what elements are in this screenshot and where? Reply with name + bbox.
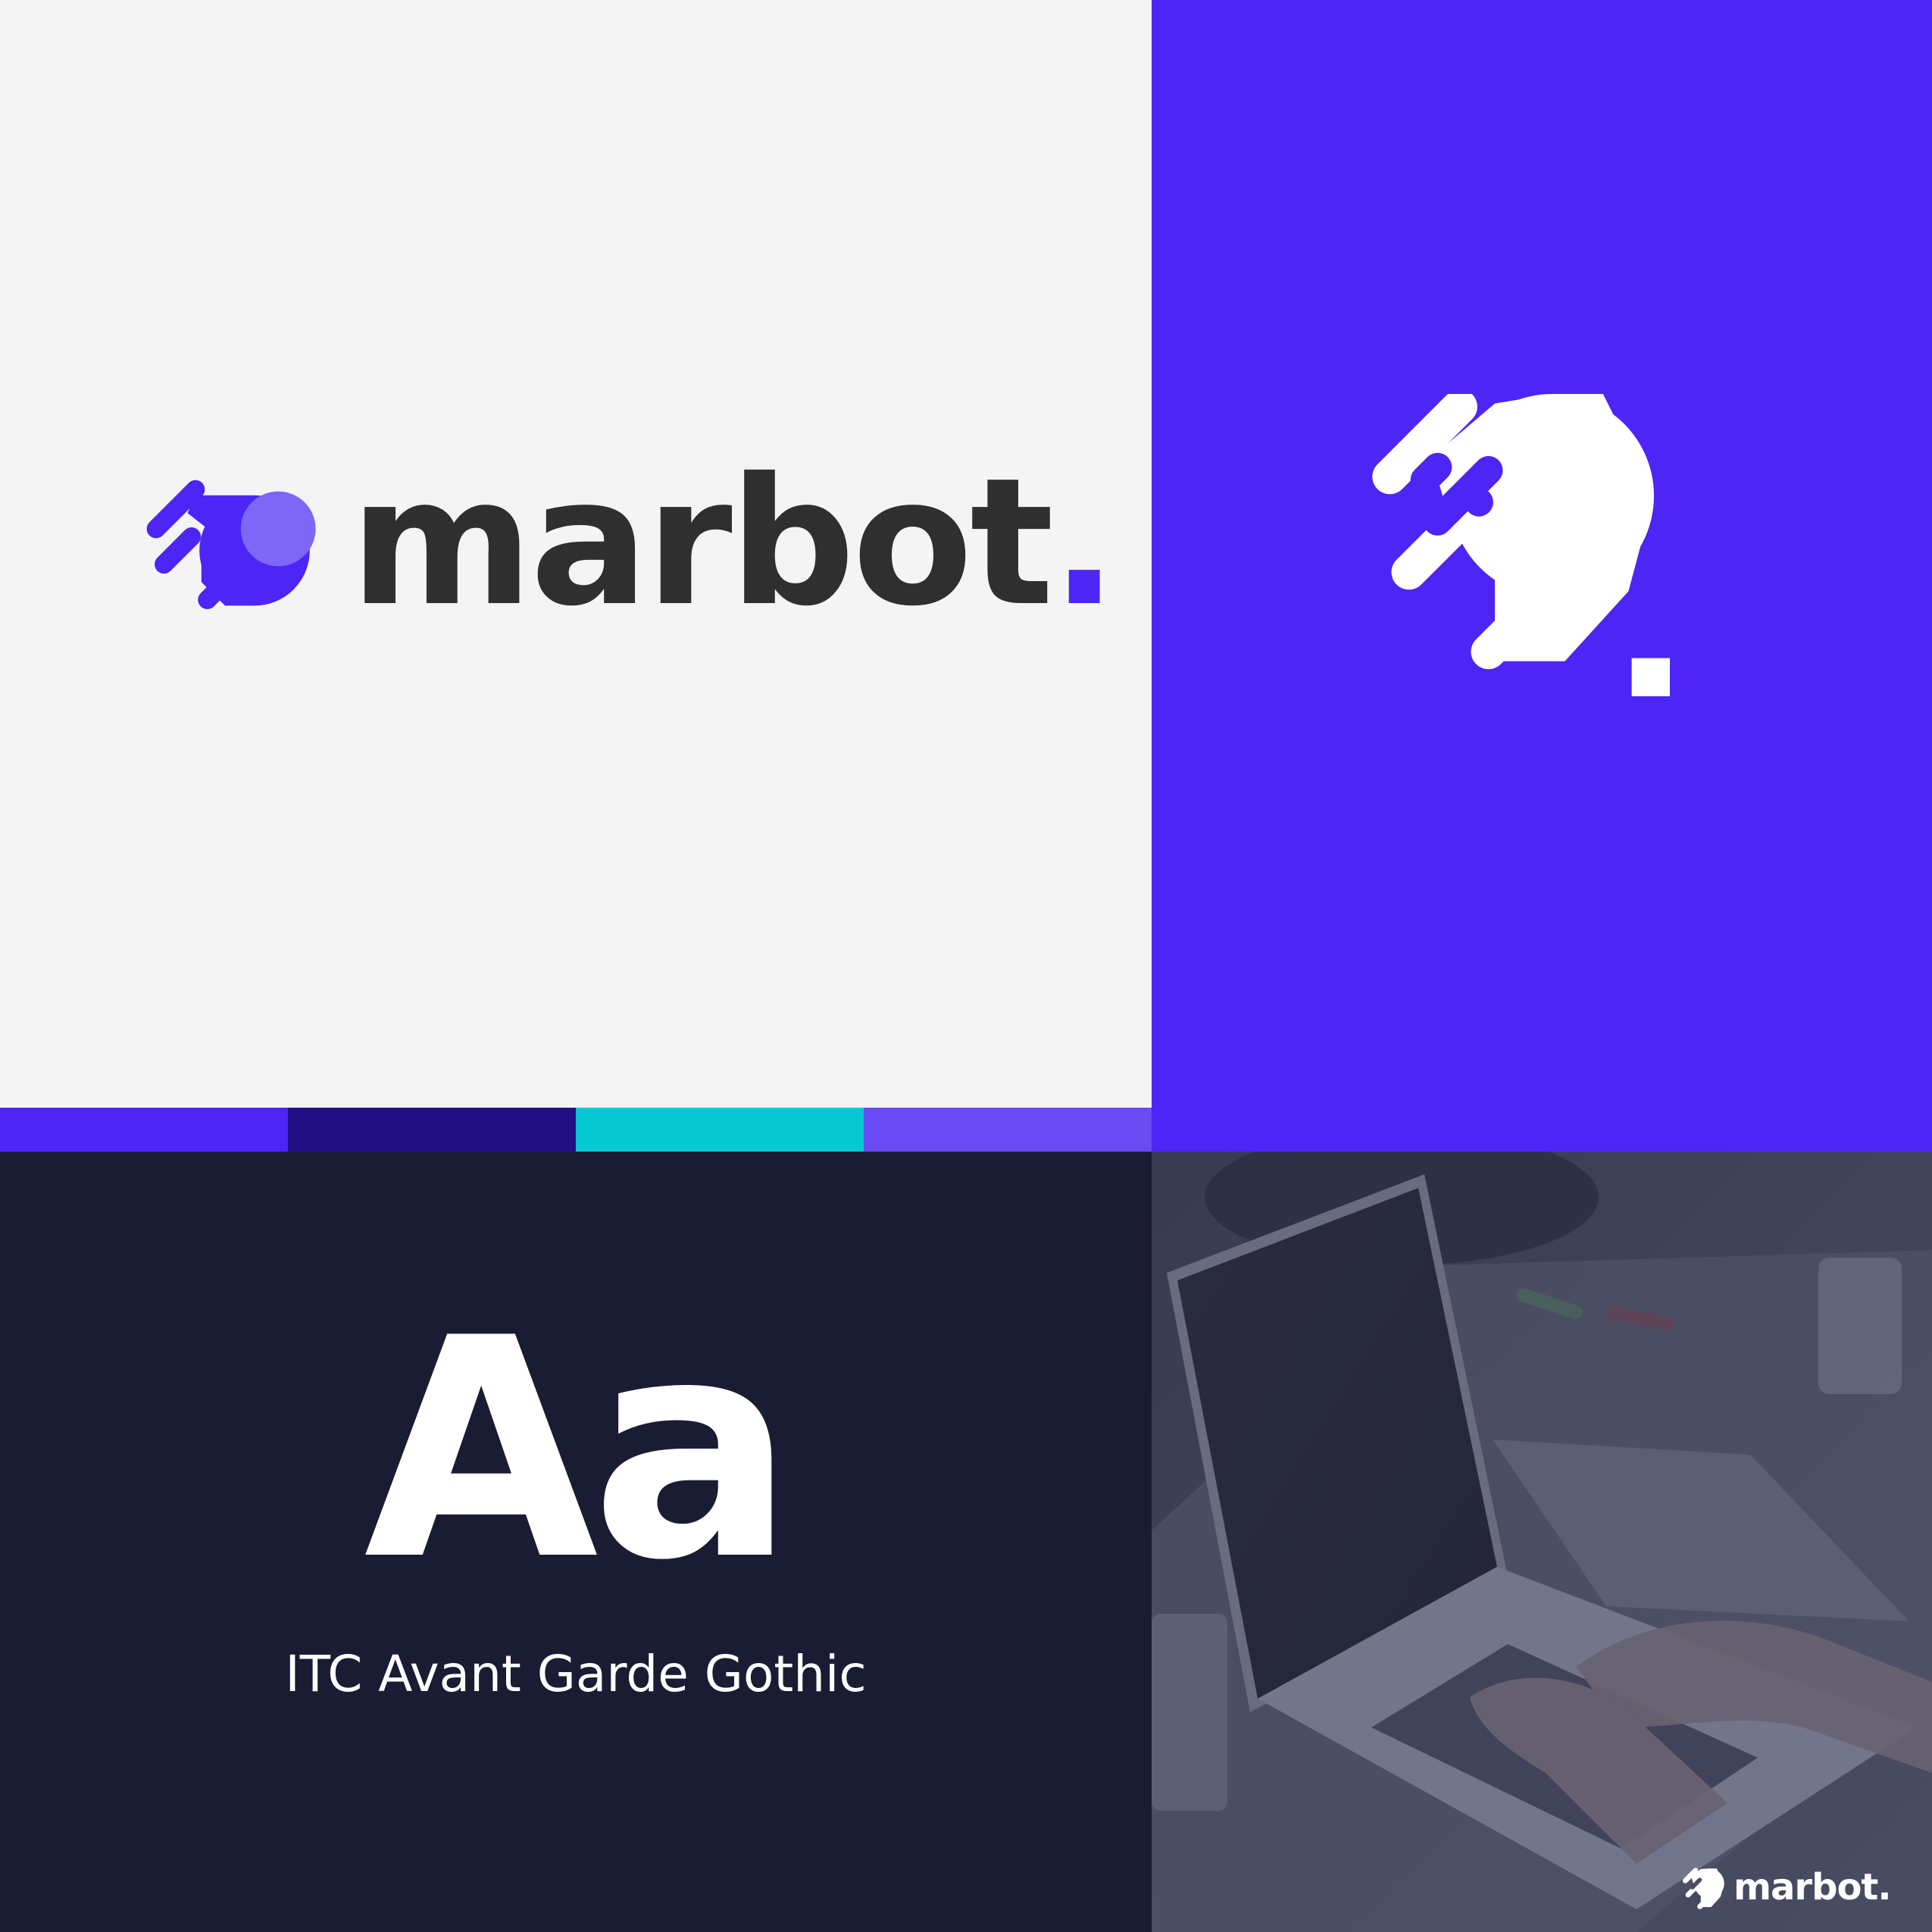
logo-mark-panel	[1152, 0, 1932, 1152]
marbot-logo-mark-small-icon	[1682, 1868, 1724, 1909]
laptop-photo	[1152, 1152, 1932, 1932]
glyph-sample: Aa	[364, 1274, 796, 1627]
typography-panel: Aa ITC Avant Garde Gothic	[0, 1152, 1152, 1932]
corner-brand-dot: .	[1877, 1866, 1891, 1909]
marbot-logo-mark-white-icon	[1372, 394, 1670, 696]
corner-logo: marbot.	[1682, 1868, 1909, 1921]
font-name: ITC Avant Garde Gothic	[285, 1645, 867, 1703]
logo-panel: marbot.	[0, 0, 1152, 1108]
swatch-violet	[864, 1108, 1152, 1152]
swatch-cyan	[576, 1108, 864, 1152]
swatch-primary	[0, 1108, 288, 1152]
swatch-deep	[288, 1108, 576, 1152]
corner-wordmark: marbot.	[1733, 1869, 1892, 1905]
brand-name: marbot	[350, 440, 1054, 645]
brand-dot: .	[1051, 440, 1118, 645]
marbot-logo-mark-icon	[146, 480, 316, 609]
color-palette	[0, 1108, 1152, 1152]
photo-panel: marbot.	[1152, 1152, 1932, 1932]
brand-wordmark: marbot.	[350, 455, 1118, 630]
corner-brand-name: marbot	[1733, 1866, 1878, 1909]
